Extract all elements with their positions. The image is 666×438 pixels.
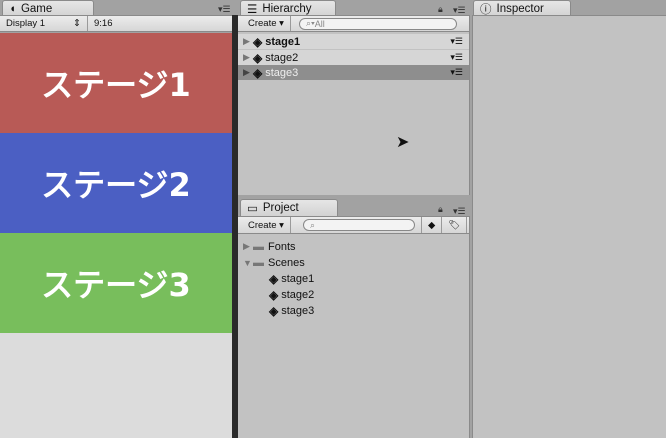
folder-icon: ▬ [253, 240, 264, 253]
filter-label-button[interactable]: 🏷︎ [442, 217, 468, 233]
aspect-select[interactable]: 9:16 [88, 16, 119, 31]
expand-arrow-icon[interactable]: ▶ [243, 67, 253, 78]
hierarchy-item[interactable]: ▶ ◈ stage2 ▾☰ [238, 50, 469, 65]
collapse-arrow-icon[interactable]: ▼ [243, 258, 253, 268]
project-panel: Create ▾ ⌕ ◆ 🏷︎ ▶ ▬ Fonts ▼ ▬ Scenes ◈ stage1… [238, 216, 470, 438]
lock-icon[interactable]: 🔒︎ [438, 4, 443, 15]
panel-menu-icon[interactable]: ▾☰ [218, 4, 231, 15]
unity-scene-icon: ◈ [253, 50, 263, 65]
hierarchy-panel: Create ▾ ⌕▾ All ▶ ◈ stage1 ▾☰ ▶ ◈ stage2 ▾☰ ▶ ◈ s… [238, 15, 470, 195]
unity-scene-icon: ◈ [253, 34, 263, 49]
search-icon: ⌕ [309, 219, 315, 230]
create-button[interactable]: Create ▾ [242, 16, 291, 31]
menu-icon[interactable]: ▾☰ [450, 52, 463, 63]
folder-icon: ▬ [253, 256, 264, 269]
hierarchy-item[interactable]: ▶ ◈ stage1 ▾☰ [238, 34, 469, 49]
folder-icon: ▭ [247, 203, 258, 215]
lock-icon[interactable]: 🔒︎ [438, 204, 443, 215]
expand-arrow-icon[interactable]: ▶ [243, 241, 253, 252]
tab-project[interactable]: ▭ Project [240, 199, 338, 216]
game-toolbar: Display 1 ⇕ 9:16 [0, 15, 232, 32]
filter-type-button[interactable]: ◆ [420, 217, 443, 233]
scene-item[interactable]: ◈ stage2 [238, 287, 469, 302]
hierarchy-item-selected[interactable]: ▶ ◈ stage3 ▾☰ [238, 65, 469, 80]
list-icon: ☰ [247, 4, 258, 16]
menu-icon[interactable]: ▾☰ [450, 67, 463, 78]
search-input[interactable]: ⌕▾ All [298, 17, 457, 30]
stage2-panel: ステージ2 [0, 133, 232, 233]
search-input[interactable]: ⌕ [302, 219, 415, 231]
scene-item[interactable]: ◈ stage1 [238, 271, 469, 286]
scene-item[interactable]: ◈ stage3 [238, 303, 469, 318]
expand-arrow-icon[interactable]: ▶ [243, 36, 253, 47]
unity-scene-icon: ◈ [269, 271, 279, 286]
search-icon: ⌕▾ [305, 18, 315, 28]
stage3-panel: ステージ3 [0, 233, 232, 333]
updown-icon: ⇕ [73, 18, 81, 29]
folder-item[interactable]: ▼ ▬ Scenes [238, 255, 469, 270]
create-button[interactable]: Create ▾ [242, 217, 291, 233]
unity-scene-icon: ◈ [269, 303, 279, 318]
expand-arrow-icon[interactable]: ▶ [243, 52, 253, 63]
stage1-panel: ステージ1 [0, 33, 232, 133]
unity-scene-icon: ◈ [253, 65, 263, 80]
mouse-cursor-icon: ➤ [396, 134, 410, 151]
folder-item[interactable]: ▶ ▬ Fonts [238, 239, 469, 254]
menu-icon[interactable]: ▾☰ [450, 36, 463, 47]
inspector-panel [472, 15, 666, 438]
display-select[interactable]: Display 1 ⇕ [0, 16, 88, 31]
unity-scene-icon: ◈ [269, 287, 279, 302]
game-empty [0, 333, 232, 438]
game-icon: ◖ [9, 3, 16, 15]
